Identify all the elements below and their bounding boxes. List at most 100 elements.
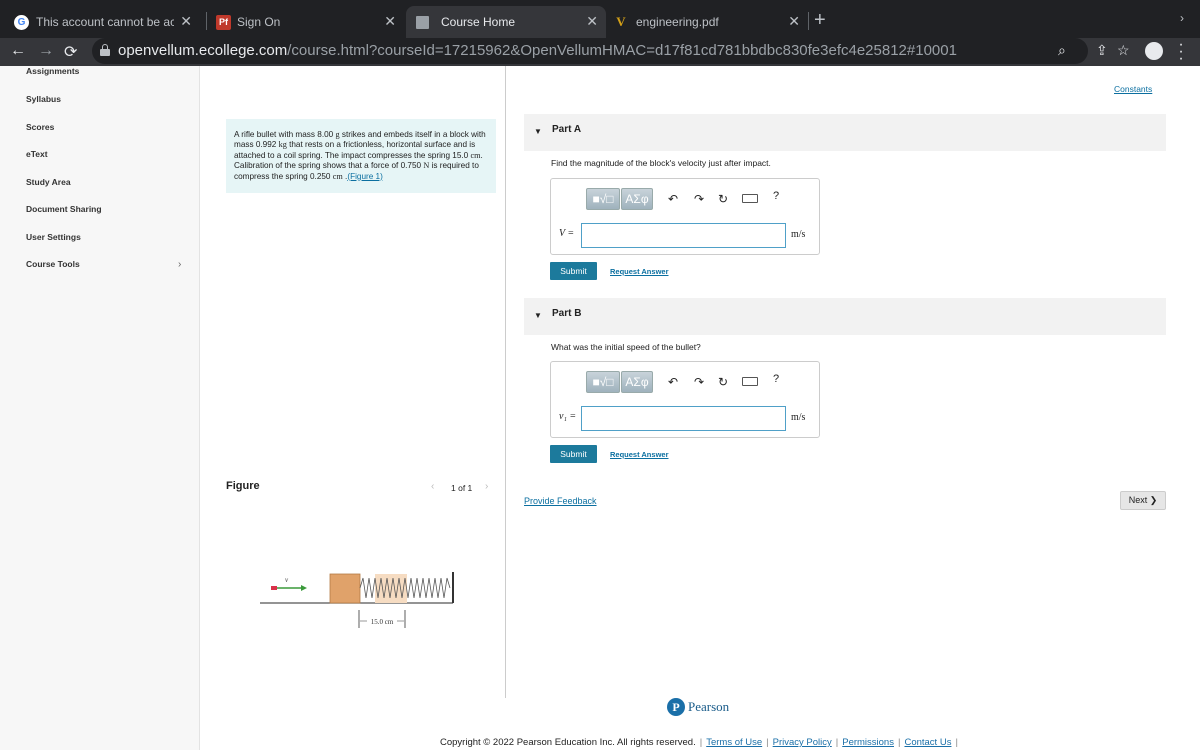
close-icon[interactable]: ✕ xyxy=(788,13,800,30)
part-a-submit-button[interactable]: Submit xyxy=(550,262,597,280)
bullet xyxy=(271,586,277,590)
sidebar-item-user-settings[interactable]: User Settings xyxy=(26,232,81,242)
figure-link[interactable]: (Figure 1) xyxy=(347,172,383,181)
constants-link[interactable]: Constants xyxy=(1114,84,1152,94)
sidebar-item-course-tools[interactable]: Course Tools xyxy=(26,259,80,269)
browser-tab-bar: G This account cannot be access ✕ Pf Sig… xyxy=(0,0,1200,38)
profile-avatar[interactable] xyxy=(1145,42,1163,60)
close-icon[interactable]: ✕ xyxy=(180,13,192,30)
course-sidebar: Assignments Syllabus Scores eText Study … xyxy=(0,66,200,750)
figure-prev-chevron-icon[interactable]: ‹ xyxy=(431,481,434,492)
tab-title: This account cannot be access xyxy=(36,15,174,29)
part-b-header[interactable]: ▼ Part B xyxy=(524,298,1166,335)
part-b-answer-box: ■√□ ΑΣφ ↶ ↷ ↻ ? v₁ = m/s xyxy=(550,361,820,438)
browser-toolbar: ← → ⟳ openvellum.ecollege.com/course.htm… xyxy=(0,37,1200,67)
reset-icon[interactable]: ↻ xyxy=(718,192,728,206)
tab-engineering-pdf[interactable]: V engineering.pdf ✕ xyxy=(608,6,808,38)
panel-divider xyxy=(505,66,506,698)
tab-separator xyxy=(808,12,809,30)
sidebar-item-syllabus[interactable]: Syllabus xyxy=(26,94,61,104)
undo-icon[interactable]: ↶ xyxy=(668,375,678,389)
redo-icon[interactable]: ↷ xyxy=(694,375,704,389)
reload-icon[interactable]: ⟳ xyxy=(64,42,77,62)
close-icon[interactable]: ✕ xyxy=(384,13,396,30)
tab-separator xyxy=(206,12,207,30)
share-icon[interactable]: ⇪ xyxy=(1096,42,1108,59)
tab-account-error[interactable]: G This account cannot be access ✕ xyxy=(8,6,200,38)
part-a-unit: m/s xyxy=(791,229,806,240)
collapse-triangle-icon[interactable]: ▼ xyxy=(534,127,542,136)
chevron-right-icon[interactable]: › xyxy=(178,259,181,270)
tab-title: Sign On xyxy=(237,15,281,29)
figure-title: Figure xyxy=(226,480,260,492)
collapse-triangle-icon[interactable]: ▼ xyxy=(534,311,542,320)
part-b-submit-button[interactable]: Submit xyxy=(550,445,597,463)
templates-button[interactable]: ■√□ xyxy=(586,188,620,210)
block xyxy=(329,573,361,604)
address-bar[interactable]: openvellum.ecollege.com/course.html?cour… xyxy=(92,38,1088,64)
part-a-label: Part A xyxy=(552,124,582,135)
part-b-request-answer-link[interactable]: Request Answer xyxy=(610,450,669,459)
velocity-variable-label: V = xyxy=(559,228,575,239)
close-icon[interactable]: ✕ xyxy=(586,13,598,30)
sidebar-item-scores[interactable]: Scores xyxy=(26,122,54,132)
contact-us-link[interactable]: Contact Us xyxy=(904,737,951,748)
pf-favicon-icon: Pf xyxy=(216,14,231,30)
terms-of-use-link[interactable]: Terms of Use xyxy=(706,737,762,748)
dimension-label: 15.0 cm xyxy=(371,618,394,626)
pearson-wordmark: Pearson xyxy=(688,699,730,714)
greek-symbols-button[interactable]: ΑΣφ xyxy=(621,188,653,210)
copyright-text: Copyright © 2022 Pearson Education Inc. … xyxy=(440,737,696,748)
page-favicon-icon xyxy=(416,15,429,29)
undo-icon[interactable]: ↶ xyxy=(668,192,678,206)
figure-count: 1 of 1 xyxy=(451,483,473,493)
sidebar-item-study-area[interactable]: Study Area xyxy=(26,177,71,187)
sidebar-item-document-sharing[interactable]: Document Sharing xyxy=(26,204,102,214)
sidebar-item-assignments[interactable]: Assignments xyxy=(26,66,79,76)
part-b-answer-input[interactable] xyxy=(581,406,786,431)
provide-feedback-link[interactable]: Provide Feedback xyxy=(524,496,597,506)
new-tab-plus-icon[interactable]: + xyxy=(814,9,826,32)
part-b-question: What was the initial speed of the bullet… xyxy=(551,342,701,352)
part-b-label: Part B xyxy=(552,308,582,319)
permissions-link[interactable]: Permissions xyxy=(842,737,894,748)
templates-button[interactable]: ■√□ xyxy=(586,371,620,393)
tab-title: engineering.pdf xyxy=(636,15,719,29)
tab-title: Course Home xyxy=(441,15,516,29)
figure-next-chevron-icon[interactable]: › xyxy=(485,481,488,492)
search-icon[interactable]: ⌕ xyxy=(1058,42,1066,59)
greek-symbols-button[interactable]: ΑΣφ xyxy=(621,371,653,393)
part-a-answer-input[interactable] xyxy=(581,223,786,248)
part-a-header[interactable]: ▼ Part A xyxy=(524,114,1166,151)
back-arrow-icon[interactable]: ← xyxy=(10,42,26,60)
help-icon[interactable]: ? xyxy=(773,373,779,385)
google-favicon-icon: G xyxy=(14,14,29,30)
part-a-question: Find the magnitude of the block's veloci… xyxy=(551,158,771,168)
keyboard-icon[interactable] xyxy=(742,377,758,386)
tab-search-chevron-icon[interactable]: › xyxy=(1180,11,1184,25)
forward-arrow-icon[interactable]: → xyxy=(38,42,54,60)
kebab-menu-icon[interactable]: · · · xyxy=(1178,37,1184,67)
initial-speed-variable-label: v₁ = xyxy=(559,411,577,422)
part-a-answer-box: ■√□ ΑΣφ ↶ ↷ ↻ ? V = m/s xyxy=(550,178,820,255)
v-favicon-icon: V xyxy=(616,14,626,29)
velocity-arrowhead xyxy=(301,585,307,591)
tab-sign-on[interactable]: Pf Sign On ✕ xyxy=(210,6,404,38)
keyboard-icon[interactable] xyxy=(742,194,758,203)
redo-icon[interactable]: ↷ xyxy=(694,192,704,206)
problem-statement: A rifle bullet with mass 8.00 g strikes … xyxy=(226,119,496,193)
sidebar-item-etext[interactable]: eText xyxy=(26,149,48,159)
url-text: openvellum.ecollege.com/course.html?cour… xyxy=(118,42,957,59)
page-footer: Copyright © 2022 Pearson Education Inc. … xyxy=(440,737,958,748)
privacy-policy-link[interactable]: Privacy Policy xyxy=(773,737,832,748)
bullet-block-spring-diagram: v 15.0 cm xyxy=(260,572,454,628)
pearson-logo-icon: P xyxy=(667,698,685,716)
bookmark-star-icon[interactable]: ☆ xyxy=(1117,42,1130,59)
lock-icon[interactable] xyxy=(100,44,110,56)
help-icon[interactable]: ? xyxy=(773,190,779,202)
part-a-request-answer-link[interactable]: Request Answer xyxy=(610,267,669,276)
tab-course-home[interactable]: Course Home ✕ xyxy=(406,6,606,38)
next-button[interactable]: Next ❯ xyxy=(1120,491,1166,510)
part-b-unit: m/s xyxy=(791,412,806,423)
reset-icon[interactable]: ↻ xyxy=(718,375,728,389)
